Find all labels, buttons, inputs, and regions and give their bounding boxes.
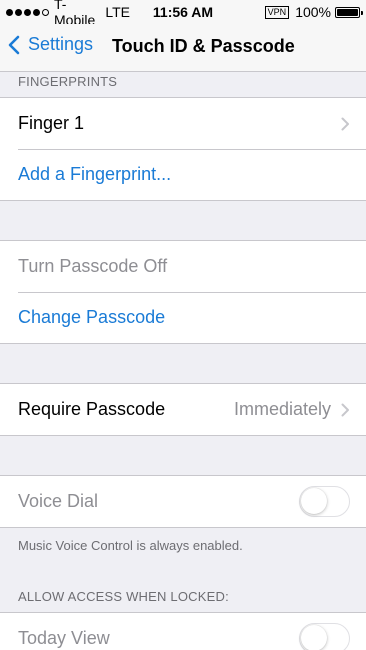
fingerprints-group: Finger 1 Add a Fingerprint... — [0, 97, 366, 201]
turn-passcode-off-row[interactable]: Turn Passcode Off — [0, 241, 366, 292]
turn-passcode-off-label[interactable]: Turn Passcode Off — [18, 256, 366, 277]
require-passcode-row[interactable]: Require Passcode Immediately — [0, 384, 366, 435]
vpn-badge: VPN — [264, 5, 290, 19]
require-passcode-value: Immediately — [233, 399, 331, 419]
chevron-right-icon — [341, 117, 349, 130]
voice-dial-row: Voice Dial — [0, 476, 366, 527]
section-header-allow-access: ALLOW ACCESS WHEN LOCKED: — [18, 589, 229, 604]
back-button[interactable]: Settings — [8, 34, 93, 55]
toggle-knob — [301, 625, 327, 650]
today-view-toggle[interactable] — [299, 623, 350, 650]
section-header-fingerprints: FINGERPRINTS — [18, 74, 118, 89]
voice-control-note: Music Voice Control is always enabled. — [18, 538, 243, 553]
require-passcode-group: Require Passcode Immediately — [0, 383, 366, 436]
status-right: VPN 100% — [264, 4, 363, 20]
settings-content[interactable]: FINGERPRINTS Finger 1 Add a Fingerprint.… — [0, 72, 366, 650]
status-bar: T-Mobile LTE 11:56 AM VPN 100% — [0, 0, 366, 28]
voice-dial-toggle[interactable] — [299, 486, 350, 517]
row-label: Require Passcode — [18, 399, 166, 419]
page-title: Touch ID & Passcode — [112, 36, 295, 56]
row-label: Today View — [18, 628, 110, 648]
today-view-row: Today View — [0, 613, 366, 650]
navigation-bar: Settings Touch ID & Passcode — [0, 24, 366, 72]
add-fingerprint-link[interactable]: Add a Fingerprint... — [18, 164, 366, 185]
battery-percent: 100% — [295, 4, 331, 20]
row-label: Finger 1 — [18, 113, 85, 133]
battery-icon — [335, 6, 363, 18]
battery-fill — [337, 8, 358, 16]
toggle-knob — [301, 488, 327, 514]
locked-access-group: Today View — [0, 612, 366, 650]
change-passcode-link[interactable]: Change Passcode — [18, 307, 366, 328]
change-passcode-row[interactable]: Change Passcode — [0, 292, 366, 343]
passcode-group: Turn Passcode Off Change Passcode — [0, 240, 366, 344]
fingerprint-row-finger-1[interactable]: Finger 1 — [0, 98, 366, 149]
add-fingerprint-row[interactable]: Add a Fingerprint... — [0, 149, 366, 200]
battery-tip — [361, 10, 363, 15]
back-button-label: Settings — [28, 34, 94, 54]
back-chevron-icon — [8, 35, 20, 54]
chevron-right-icon — [341, 403, 349, 416]
row-label: Voice Dial — [18, 491, 99, 511]
voice-dial-group: Voice Dial — [0, 475, 366, 528]
